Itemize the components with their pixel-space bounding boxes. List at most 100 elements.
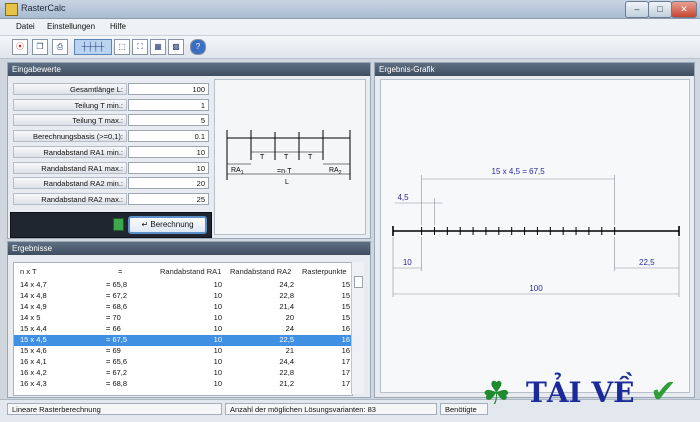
col-header-nxt[interactable]: n x T: [20, 267, 37, 276]
dim-label-total: 100: [529, 284, 543, 293]
schematic-t3: T: [308, 154, 313, 161]
berechnung-button[interactable]: ↵ Berechnung: [128, 216, 207, 234]
table-cell: = 67,2: [106, 368, 128, 377]
table-cell: 17: [341, 368, 350, 377]
table-cell: = 68,8: [106, 379, 128, 388]
watermark: ☘ TẢI VỀ ✔: [480, 372, 698, 418]
table-row[interactable]: 15 x 4,5 = 67,5 10 22,5 16: [14, 335, 352, 346]
schematic-diagram: T T T =n·T RA1 RA2 L: [226, 130, 351, 186]
table-cell: 10: [213, 302, 222, 311]
maximize-button[interactable]: □: [648, 1, 672, 18]
schematic-nt: =n·T: [277, 168, 292, 175]
minimize-button[interactable]: –: [625, 1, 649, 18]
table-cell: 21: [285, 346, 294, 355]
table-row[interactable]: 16 x 4,2 = 67,2 10 22,8 17: [14, 368, 352, 379]
field-label: Randabstand RA2 max.:: [13, 192, 127, 205]
grid-dense-icon[interactable]: ▩: [168, 39, 184, 55]
col-header-equals[interactable]: =: [118, 267, 122, 276]
menu-einstellungen[interactable]: Einstellungen: [47, 22, 95, 31]
table-cell: 15 x 4,4: [20, 324, 47, 333]
grid-lines-icon[interactable]: ┼┼┼┼: [74, 39, 112, 55]
table-cell: 17: [341, 357, 350, 366]
print-icon[interactable]: ⎙: [52, 39, 68, 55]
field-value-input[interactable]: 20: [128, 177, 209, 190]
col-header-ra2[interactable]: Randabstand RA2: [230, 267, 291, 276]
graphic-panel-header: Ergebnis-Grafik: [375, 63, 694, 76]
table-cell: 24,2: [279, 280, 294, 289]
field-value-input[interactable]: 25: [128, 192, 209, 205]
berechnung-label: Berechnung: [150, 220, 194, 229]
result-graphic: 15 x 4,5 = 67,5 4,5 10 22,5 100: [380, 79, 690, 393]
table-row[interactable]: 14 x 4,7 = 65,8 10 24,2 15: [14, 280, 352, 291]
col-header-ra1[interactable]: Randabstand RA1: [160, 267, 221, 276]
field-value-input[interactable]: 100: [128, 83, 209, 95]
table-cell: 20: [285, 313, 294, 322]
results-table[interactable]: n x T = Randabstand RA1 Randabstand RA2 …: [13, 262, 353, 396]
table-row[interactable]: 16 x 4,3 = 68,8 10 21,2 17: [14, 379, 352, 390]
table-cell: 16 x 4,1: [20, 357, 47, 366]
field-value-input[interactable]: 5: [128, 114, 209, 127]
status-solution-count: Anzahl der möglichen Lösungsvarianten: 8…: [225, 403, 437, 415]
table-cell: 16: [341, 324, 350, 333]
table-cell: 16 x 4,3: [20, 379, 47, 388]
field-value-input[interactable]: 10: [128, 161, 209, 174]
field-value-input[interactable]: 1: [128, 98, 209, 111]
help-icon[interactable]: ?: [190, 39, 206, 55]
dim-label-ra1: 10: [403, 258, 412, 267]
field-label: Teilung T min.:: [13, 98, 127, 111]
table-row[interactable]: 14 x 5 = 70 10 20 15: [14, 313, 352, 324]
table-cell: = 66: [106, 324, 121, 333]
table-cell: 15: [341, 291, 350, 300]
schematic-ra2: RA2: [329, 167, 342, 176]
table-cell: 24,4: [279, 357, 294, 366]
col-header-points[interactable]: Rasterpunkte: [302, 267, 347, 276]
close-button[interactable]: ✕: [671, 1, 697, 18]
table-cell: 15 x 4,6: [20, 346, 47, 355]
menu-hilfe[interactable]: Hilfe: [110, 22, 126, 31]
table-cell: = 69: [106, 346, 121, 355]
table-cell: = 65,6: [106, 357, 128, 366]
exit-icon[interactable]: ⦿: [12, 39, 28, 55]
checkmark-icon: ✔: [650, 373, 677, 409]
schematic-t1: T: [260, 154, 265, 161]
table-cell: 10: [213, 368, 222, 377]
table-cell: 10: [213, 280, 222, 289]
table-cell: 21,2: [279, 379, 294, 388]
table-row[interactable]: 16 x 4,1 = 65,6 10 24,4 17: [14, 357, 352, 368]
table-cell: 22,8: [279, 291, 294, 300]
table-row[interactable]: 14 x 4,9 = 68,6 10 21,4 15: [14, 302, 352, 313]
table-row[interactable]: 14 x 4,8 = 67,2 10 22,8 15: [14, 291, 352, 302]
table-cell: 16: [341, 335, 350, 344]
field-value-input[interactable]: 0.1: [128, 130, 209, 143]
table-cell: = 68,6: [106, 302, 128, 311]
grid-icon[interactable]: ▦: [150, 39, 166, 55]
table-cell: = 65,8: [106, 280, 128, 289]
table-row[interactable]: 15 x 4,6 = 69 10 21 16: [14, 346, 352, 357]
frame-icon[interactable]: ⬚: [114, 39, 130, 55]
copy-icon[interactable]: ❐: [32, 39, 48, 55]
schematic-l: L: [285, 179, 289, 186]
table-cell: 10: [213, 313, 222, 322]
menu-bar: [0, 19, 700, 36]
table-cell: 14 x 4,7: [20, 280, 47, 289]
schematic-ra1: RA1: [231, 167, 244, 176]
scrollbar-thumb[interactable]: [354, 276, 363, 288]
field-label: Randabstand RA2 min.:: [13, 177, 127, 190]
results-panel-header: Ergebnisse: [8, 242, 370, 255]
table-row[interactable]: 15 x 4,4 = 66 10 24 16: [14, 324, 352, 335]
field-label: Teilung T max.:: [13, 114, 127, 127]
table-cell: 21,4: [279, 302, 294, 311]
fit-icon[interactable]: ⛶: [132, 39, 148, 55]
input-panel-header: Eingabewerte: [8, 63, 370, 76]
table-cell: 24: [285, 324, 294, 333]
menu-datei[interactable]: Datei: [16, 22, 35, 31]
field-label: Gesamtlänge L:: [13, 83, 127, 95]
table-cell: 22,8: [279, 368, 294, 377]
dim-label-pitch: 4,5: [397, 193, 409, 202]
table-cell: = 70: [106, 313, 121, 322]
results-scrollbar[interactable]: [351, 262, 364, 394]
table-cell: 15: [341, 280, 350, 289]
table-cell: 15: [341, 302, 350, 311]
result-graphic-svg: 15 x 4,5 = 67,5 4,5 10 22,5 100: [392, 167, 680, 297]
field-value-input[interactable]: 10: [128, 145, 209, 158]
